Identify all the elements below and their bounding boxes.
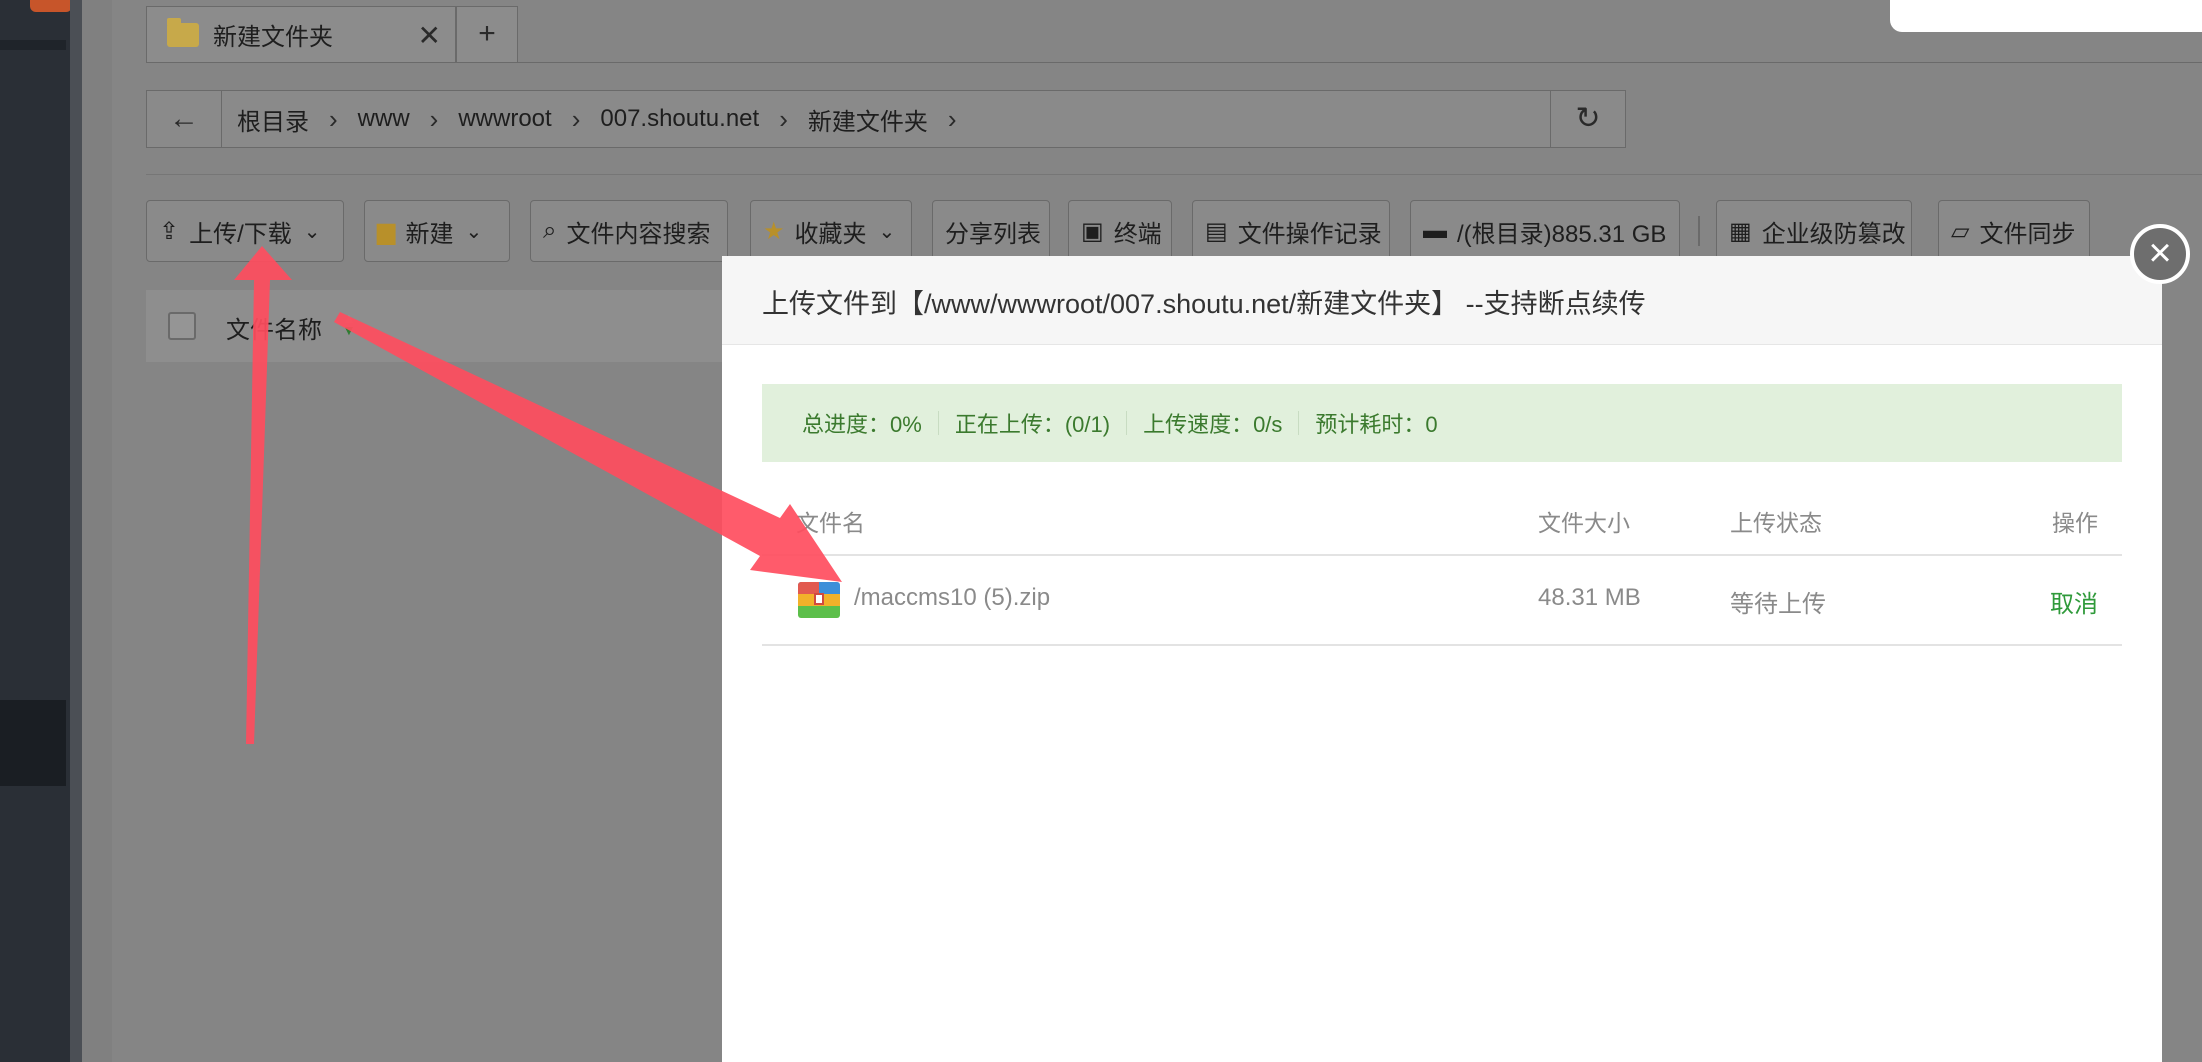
share-list-button[interactable]: 分享列表: [932, 200, 1050, 262]
close-dialog-button[interactable]: ×: [2130, 224, 2190, 284]
share-label: 分享列表: [945, 220, 1041, 248]
search-icon: ⌕: [543, 217, 557, 244]
chevron-right-icon: ›: [947, 103, 957, 134]
table-row: /maccms10 (5).zip 48.31 MB 等待上传 取消: [762, 556, 2122, 646]
column-file-name: 文件名: [796, 510, 865, 536]
favorites-label: 收藏夹: [794, 220, 867, 248]
upload-progress-bar: 总进度：0% 正在上传：(0/1) 上传速度：0/s 预计耗时：0: [762, 384, 2122, 462]
sync-label: 文件同步: [1979, 220, 2076, 248]
terminal-label: 终端: [1113, 220, 1162, 248]
disk-icon: ▬: [1423, 217, 1447, 244]
uploading-count: 正在上传：(0/1): [954, 412, 1111, 437]
upload-speed: 上传速度：0/s: [1143, 412, 1283, 437]
breadcrumb-item[interactable]: 新建文件夹: [808, 102, 928, 137]
calendar-icon: ▦: [1729, 217, 1752, 245]
sidebar-strip: [0, 40, 66, 50]
disk-button[interactable]: ▬ /(根目录)885.31 GB: [1410, 200, 1680, 262]
upload-icon: ⇪: [159, 217, 180, 245]
close-icon[interactable]: ✕: [418, 19, 441, 52]
breadcrumb-item[interactable]: wwwroot: [458, 105, 551, 133]
tab-current-folder[interactable]: 新建文件夹 ✕: [146, 6, 456, 62]
breadcrumb-item[interactable]: 根目录: [237, 102, 309, 137]
document-icon: ▤: [1205, 217, 1228, 245]
add-tab-button[interactable]: +: [456, 6, 518, 62]
folder-icon: [167, 17, 199, 47]
operation-log-button[interactable]: ▤ 文件操作记录: [1192, 200, 1390, 262]
breadcrumb-item[interactable]: 007.shoutu.net: [600, 105, 759, 133]
upload-table-header: 文件名 文件大小 上传状态 操作: [762, 492, 2122, 556]
terminal-button[interactable]: ▣ 终端: [1068, 200, 1172, 262]
upload-label: 上传/下载: [189, 220, 292, 248]
dialog-header: 上传文件到【/www/wwwroot/007.shoutu.net/新建文件夹】…: [722, 256, 2162, 345]
file-size: 48.31 MB: [1538, 584, 1641, 611]
section-divider: [146, 174, 2202, 175]
chevron-right-icon: ›: [779, 103, 788, 134]
refresh-icon[interactable]: ↻: [1550, 91, 1625, 147]
close-icon: ×: [2148, 231, 2172, 275]
column-file-size: 文件大小: [1538, 510, 1630, 536]
disk-label: /(根目录)885.31 GB: [1457, 220, 1667, 248]
left-sidebar: [0, 0, 82, 1062]
terminal-icon: ▣: [1081, 217, 1104, 245]
file-name-header[interactable]: 文件名称: [226, 310, 322, 345]
tamper-protection-button[interactable]: ▦ 企业级防篡改: [1716, 200, 1912, 262]
select-all-checkbox[interactable]: [168, 312, 196, 340]
sidebar-divider: [70, 0, 82, 1062]
breadcrumb-item[interactable]: www: [358, 105, 410, 133]
folder-sync-icon: ▱: [1951, 217, 1970, 245]
toolbar-divider: [1698, 216, 1700, 246]
popup-fragment: [1890, 0, 2202, 32]
column-action: 操作: [2052, 510, 2098, 536]
favorites-button[interactable]: ★ 收藏夹 ⌄: [750, 200, 912, 262]
new-folder-icon: ▆: [377, 217, 396, 245]
tab-title: 新建文件夹: [213, 24, 333, 51]
chevron-right-icon: ›: [329, 103, 338, 134]
chevron-down-icon: ⌄: [303, 220, 321, 243]
sidebar-active-item[interactable]: [0, 700, 66, 786]
breadcrumb: ← 根目录 › www › wwwroot › 007.shoutu.net › 新建文…: [146, 90, 1626, 148]
search-label: 文件内容搜索: [566, 220, 711, 248]
dialog-title: 上传文件到【/www/wwwroot/007.shoutu.net/新建文件夹】…: [762, 289, 1646, 319]
total-progress: 总进度：0%: [802, 412, 922, 437]
chevron-down-icon: ⌄: [465, 220, 483, 243]
upload-dialog: 上传文件到【/www/wwwroot/007.shoutu.net/新建文件夹】…: [722, 256, 2162, 1062]
new-label: 新建: [405, 220, 454, 248]
chevron-down-icon: ⌄: [878, 220, 896, 243]
star-icon: ★: [763, 217, 785, 245]
chevron-right-icon: ›: [429, 103, 439, 134]
upload-status: 等待上传: [1730, 591, 1826, 618]
notification-badge: [30, 0, 72, 12]
breadcrumb-items: 根目录 › www › wwwroot › 007.shoutu.net › 新建文件夹…: [237, 91, 977, 147]
oplog-label: 文件操作记录: [1237, 220, 1382, 248]
sort-icon[interactable]: ▲ ▼: [342, 311, 356, 337]
estimated-time: 预计耗时：0: [1315, 412, 1438, 437]
column-upload-status: 上传状态: [1730, 510, 1822, 536]
tab-divider: [146, 62, 2202, 63]
zip-file-icon: [798, 582, 840, 618]
arrow-left-icon[interactable]: ←: [147, 91, 222, 147]
file-sync-button[interactable]: ▱ 文件同步: [1938, 200, 2090, 262]
cancel-upload-button[interactable]: 取消: [2050, 584, 2098, 619]
new-button[interactable]: ▆ 新建 ⌄: [364, 200, 510, 262]
upload-download-button[interactable]: ⇪ 上传/下载 ⌄: [146, 200, 344, 262]
tamper-label: 企业级防篡改: [1761, 220, 1906, 248]
file-name: /maccms10 (5).zip: [854, 584, 1051, 611]
content-search-button[interactable]: ⌕ 文件内容搜索: [530, 200, 728, 262]
chevron-right-icon: ›: [571, 103, 581, 134]
file-table-header: 文件名称 ▲ ▼: [146, 290, 726, 362]
